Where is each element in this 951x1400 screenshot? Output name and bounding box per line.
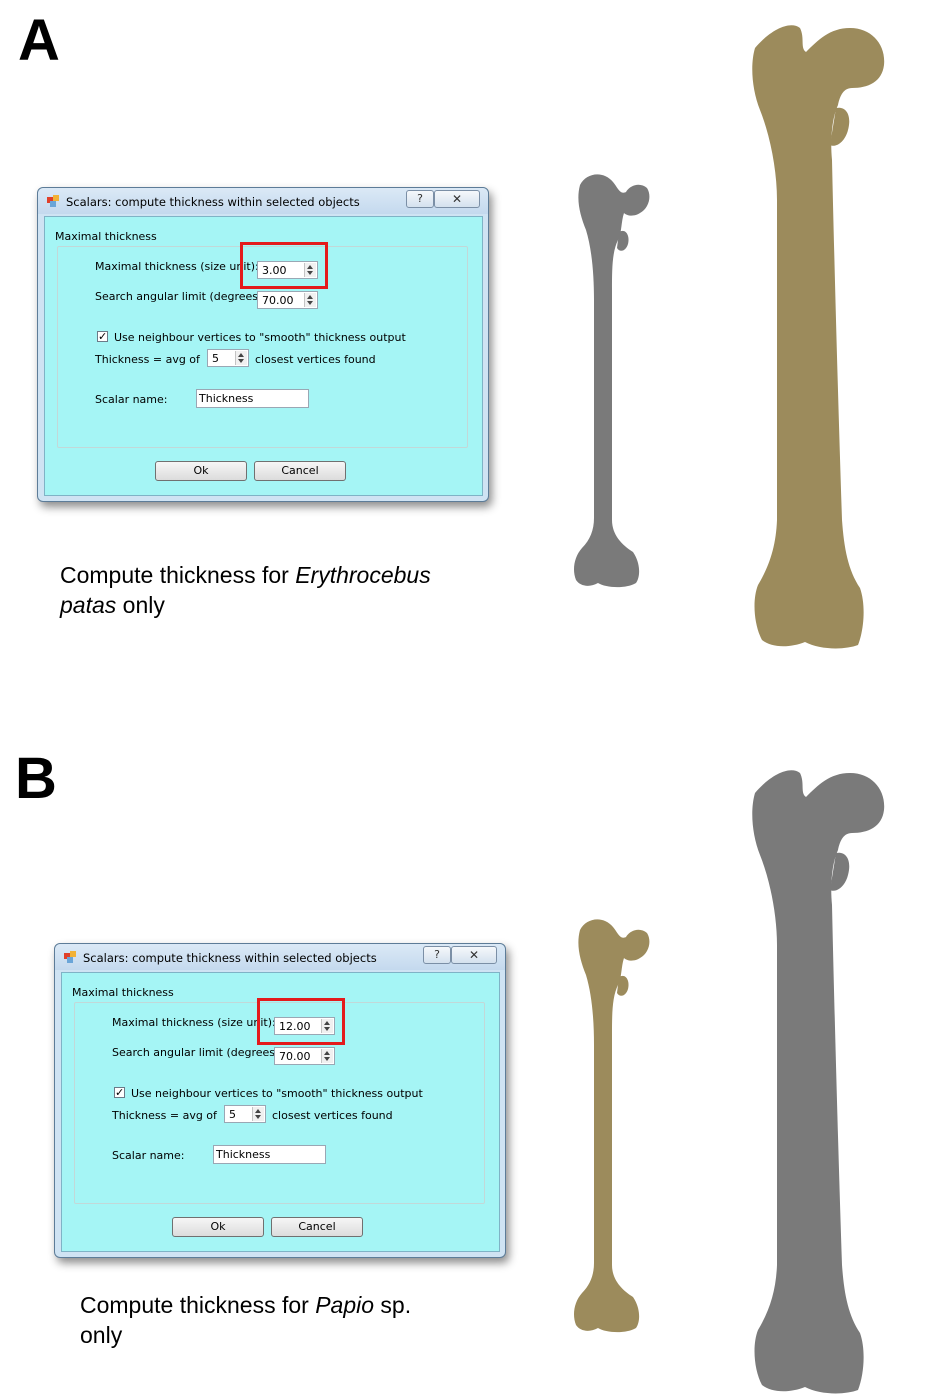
avg-suffix-label: closest vertices found bbox=[255, 353, 376, 366]
max-thickness-label: Maximal thickness (size unit): bbox=[112, 1016, 276, 1029]
scalar-name-input[interactable]: Thickness bbox=[213, 1145, 326, 1164]
dialog-titlebar[interactable]: Scalars: compute thickness within select… bbox=[38, 188, 488, 214]
caption-a-suffix: only bbox=[116, 592, 165, 618]
thickness-dialog-b: Scalars: compute thickness within select… bbox=[54, 943, 506, 1258]
angular-limit-value: 70.00 bbox=[279, 1050, 311, 1063]
spin-down-icon[interactable] bbox=[307, 301, 313, 305]
caption-a-species-genus: Erythrocebus bbox=[295, 562, 431, 588]
caption-b-line1: Compute thickness for Papio sp. bbox=[80, 1290, 411, 1320]
large-femur-b bbox=[752, 770, 885, 1394]
angular-limit-spinbox[interactable]: 70.00 bbox=[257, 291, 318, 309]
close-button[interactable]: ✕ bbox=[451, 946, 497, 964]
angular-limit-spinbox[interactable]: 70.00 bbox=[274, 1047, 335, 1065]
avg-label: Thickness = avg of bbox=[95, 353, 200, 366]
spin-arrows[interactable] bbox=[321, 1049, 333, 1063]
spin-arrows[interactable] bbox=[252, 1107, 264, 1121]
caption-a-line1: Compute thickness for Erythrocebus bbox=[60, 560, 431, 590]
scalar-name-label: Scalar name: bbox=[112, 1149, 185, 1162]
caption-b-line2: only bbox=[80, 1322, 123, 1348]
spin-up-icon[interactable] bbox=[238, 353, 244, 357]
scalar-name-label: Scalar name: bbox=[95, 393, 168, 406]
avg-label: Thickness = avg of bbox=[112, 1109, 217, 1122]
caption-b-prefix: Compute thickness for bbox=[80, 1292, 316, 1318]
caption-a-prefix: Compute thickness for bbox=[60, 562, 296, 588]
angular-limit-value: 70.00 bbox=[262, 294, 294, 307]
dialog-title: Scalars: compute thickness within select… bbox=[66, 195, 360, 209]
small-femur-b bbox=[574, 919, 650, 1333]
spin-arrows[interactable] bbox=[304, 293, 316, 307]
angular-limit-label: Search angular limit (degrees): bbox=[112, 1046, 284, 1059]
smooth-checkbox-label: Use neighbour vertices to "smooth" thick… bbox=[114, 331, 406, 344]
avg-spinbox[interactable]: 5 bbox=[207, 349, 249, 367]
help-button[interactable]: ? bbox=[423, 946, 451, 964]
spin-down-icon[interactable] bbox=[255, 1115, 261, 1119]
spin-arrows[interactable] bbox=[235, 351, 247, 365]
avg-spinbox[interactable]: 5 bbox=[224, 1105, 266, 1123]
scalar-name-value: Thickness bbox=[199, 392, 254, 405]
group-title: Maximal thickness bbox=[55, 230, 157, 243]
scalar-name-input[interactable]: Thickness bbox=[196, 389, 309, 408]
cancel-button[interactable]: Cancel bbox=[271, 1217, 363, 1237]
caption-a-line2: patas only bbox=[60, 590, 431, 620]
spin-down-icon[interactable] bbox=[324, 1057, 330, 1061]
app-icon bbox=[64, 951, 76, 963]
smooth-checkbox[interactable]: ✓ bbox=[97, 331, 108, 342]
spin-up-icon[interactable] bbox=[255, 1109, 261, 1113]
smooth-checkbox[interactable]: ✓ bbox=[114, 1087, 125, 1098]
caption-b-suffix1: sp. bbox=[374, 1292, 412, 1318]
dialog-title: Scalars: compute thickness within select… bbox=[83, 951, 377, 965]
caption-a: Compute thickness for Erythrocebus patas… bbox=[60, 560, 431, 620]
ok-button[interactable]: Ok bbox=[172, 1217, 264, 1237]
spin-up-icon[interactable] bbox=[324, 1051, 330, 1055]
large-femur-a bbox=[752, 25, 885, 649]
max-thickness-highlight-box bbox=[257, 998, 345, 1045]
avg-suffix-label: closest vertices found bbox=[272, 1109, 393, 1122]
help-button[interactable]: ? bbox=[406, 190, 434, 208]
ok-button[interactable]: Ok bbox=[155, 461, 247, 481]
spin-down-icon[interactable] bbox=[238, 359, 244, 363]
panel-letter-b: B bbox=[15, 746, 57, 811]
spin-up-icon[interactable] bbox=[307, 295, 313, 299]
caption-b: Compute thickness for Papio sp. only bbox=[80, 1290, 411, 1350]
caption-b-species: Papio bbox=[315, 1292, 375, 1318]
panel-letter-a: A bbox=[18, 8, 60, 73]
angular-limit-label: Search angular limit (degrees): bbox=[95, 290, 267, 303]
app-icon bbox=[47, 195, 59, 207]
thickness-dialog-a: Scalars: compute thickness within select… bbox=[37, 187, 489, 502]
smooth-checkbox-label: Use neighbour vertices to "smooth" thick… bbox=[131, 1087, 423, 1100]
caption-a-species-epithet: patas bbox=[60, 592, 117, 618]
group-title: Maximal thickness bbox=[72, 986, 174, 999]
max-thickness-label: Maximal thickness (size unit): bbox=[95, 260, 259, 273]
scalar-name-value: Thickness bbox=[216, 1148, 271, 1161]
avg-value: 5 bbox=[229, 1108, 236, 1121]
cancel-button[interactable]: Cancel bbox=[254, 461, 346, 481]
small-femur-a bbox=[574, 174, 650, 588]
dialog-titlebar[interactable]: Scalars: compute thickness within select… bbox=[55, 944, 505, 970]
max-thickness-highlight-box bbox=[240, 242, 328, 289]
close-button[interactable]: ✕ bbox=[434, 190, 480, 208]
avg-value: 5 bbox=[212, 352, 219, 365]
